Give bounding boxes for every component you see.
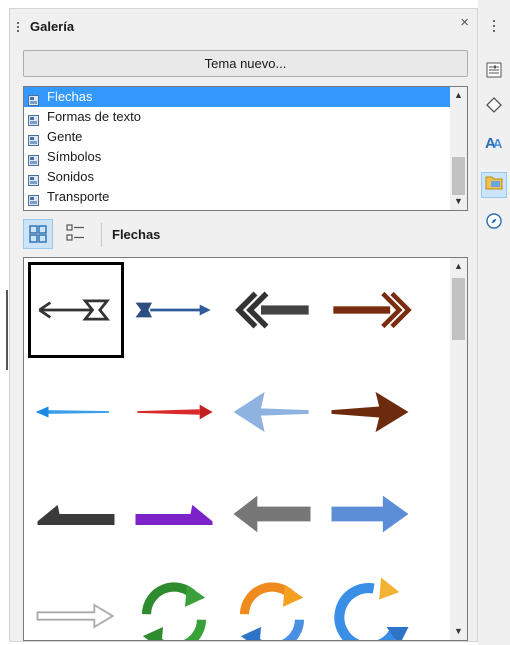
arrow-right-brown-icon bbox=[326, 368, 414, 456]
gallery-item[interactable] bbox=[126, 466, 222, 562]
gallery-item[interactable] bbox=[322, 364, 418, 460]
gallery-item[interactable] bbox=[322, 262, 418, 358]
scroll-up-icon[interactable]: ▲ bbox=[450, 258, 467, 275]
theme-list-item[interactable]: Transporte bbox=[24, 187, 453, 207]
gallery-item[interactable] bbox=[126, 364, 222, 460]
gallery-item[interactable] bbox=[224, 568, 320, 640]
new-theme-button[interactable]: Tema nuevo... bbox=[23, 50, 468, 77]
scroll-up-icon[interactable]: ▲ bbox=[450, 87, 467, 104]
double-chevron-left-icon bbox=[228, 266, 316, 354]
gallery-item[interactable] bbox=[224, 466, 320, 562]
gallery-item[interactable] bbox=[322, 568, 418, 640]
theme-list-item-label: Símbolos bbox=[47, 149, 102, 164]
theme-folder-icon bbox=[28, 132, 39, 146]
gallery-item[interactable] bbox=[126, 568, 222, 640]
theme-folder-icon bbox=[28, 172, 39, 186]
arrow-left-lightblue-icon bbox=[228, 368, 316, 456]
gallery-item[interactable] bbox=[28, 262, 124, 358]
panel-grip-icon[interactable] bbox=[17, 22, 20, 34]
theme-folder-icon bbox=[28, 92, 39, 106]
sidebar-menu-icon[interactable] bbox=[493, 20, 495, 35]
sidebar-tab-fontwork[interactable]: AA bbox=[481, 133, 507, 159]
theme-list-item[interactable]: Sonidos bbox=[24, 167, 453, 187]
gallery-panel: Galería × Tema nuevo... Flechas Formas de… bbox=[9, 8, 478, 642]
current-theme-label: Flechas bbox=[112, 227, 161, 242]
properties-icon bbox=[485, 61, 503, 88]
gallery-item[interactable] bbox=[126, 262, 222, 358]
theme-list-item[interactable]: Flechas bbox=[24, 87, 453, 107]
arrow-right-outline-gray-icon bbox=[32, 572, 120, 640]
circular-arrows-green-icon bbox=[130, 572, 218, 640]
arrow-right-red-thin-icon bbox=[130, 368, 218, 456]
circular-arrow-blue-icon bbox=[326, 572, 414, 640]
arrow-left-blue-thin-icon bbox=[32, 368, 120, 456]
svg-text:A: A bbox=[493, 136, 503, 151]
gallery-item[interactable] bbox=[28, 568, 124, 640]
gallery-item[interactable] bbox=[224, 364, 320, 460]
theme-list-item-label: Flechas bbox=[47, 89, 93, 104]
circular-arrows-orange-blue-icon bbox=[228, 572, 316, 640]
arrow-corner-left-gray-icon bbox=[32, 470, 120, 558]
arrow-right-blue-icon bbox=[130, 266, 218, 354]
arrow-right-blue-block-icon bbox=[326, 470, 414, 558]
theme-list[interactable]: Flechas Formas de texto Gente Símbolos Sonid… bbox=[23, 86, 468, 211]
theme-list-item[interactable]: Gente bbox=[24, 127, 453, 147]
sidebar-tab-navigator[interactable] bbox=[481, 212, 507, 238]
navigator-icon bbox=[485, 212, 503, 239]
theme-list-item[interactable]: Símbolos bbox=[24, 147, 453, 167]
theme-list-item-label: Transporte bbox=[47, 189, 110, 204]
gallery-item[interactable] bbox=[28, 466, 124, 562]
sidebar-tab-bar: AA bbox=[478, 0, 510, 645]
toolbar-separator bbox=[101, 223, 102, 247]
gallery-item[interactable] bbox=[224, 262, 320, 358]
sidebar-tab-gallery[interactable] bbox=[481, 172, 507, 198]
styles-shape-icon bbox=[485, 96, 503, 123]
sidebar-tab-styles-shape[interactable] bbox=[481, 96, 507, 122]
double-chevron-right-brown-icon bbox=[326, 266, 414, 354]
arrow-corner-right-purple-icon bbox=[130, 470, 218, 558]
gallery-icon bbox=[484, 173, 504, 200]
arrow-left-gray-block-icon bbox=[228, 470, 316, 558]
theme-folder-icon bbox=[28, 152, 39, 166]
view-mode-toolbar: Flechas bbox=[23, 219, 468, 251]
theme-list-item-label: Formas de texto bbox=[47, 109, 141, 124]
icon-view-icon bbox=[29, 225, 47, 243]
gallery-grid[interactable]: ▲ ▼ bbox=[23, 257, 468, 641]
gallery-item[interactable] bbox=[322, 466, 418, 562]
detail-view-button[interactable] bbox=[61, 219, 91, 249]
panel-resize-grip[interactable] bbox=[6, 290, 8, 370]
theme-list-item-label: Sonidos bbox=[47, 169, 94, 184]
theme-folder-icon bbox=[28, 112, 39, 126]
scroll-down-icon[interactable]: ▼ bbox=[450, 193, 467, 210]
gallery-item[interactable] bbox=[28, 364, 124, 460]
theme-list-item-label: Gente bbox=[47, 129, 83, 144]
icon-view-button[interactable] bbox=[23, 219, 53, 249]
gallery-scrollbar[interactable]: ▲ ▼ bbox=[450, 258, 467, 640]
theme-list-scrollbar[interactable]: ▲ ▼ bbox=[450, 87, 467, 210]
sidebar-tab-properties[interactable] bbox=[481, 61, 507, 87]
arrow-left-outline-icon bbox=[32, 266, 120, 354]
gallery-scroll-thumb[interactable] bbox=[452, 278, 465, 340]
scroll-down-icon[interactable]: ▼ bbox=[450, 623, 467, 640]
panel-title-bar: Galería × bbox=[10, 9, 477, 43]
detail-view-icon bbox=[66, 224, 84, 241]
theme-list-scroll-thumb[interactable] bbox=[452, 157, 465, 195]
close-icon[interactable]: × bbox=[460, 14, 469, 31]
theme-folder-icon bbox=[28, 192, 39, 206]
theme-list-item[interactable]: Formas de texto bbox=[24, 107, 453, 127]
panel-title: Galería bbox=[30, 19, 75, 34]
fontwork-icon: AA bbox=[484, 133, 504, 160]
